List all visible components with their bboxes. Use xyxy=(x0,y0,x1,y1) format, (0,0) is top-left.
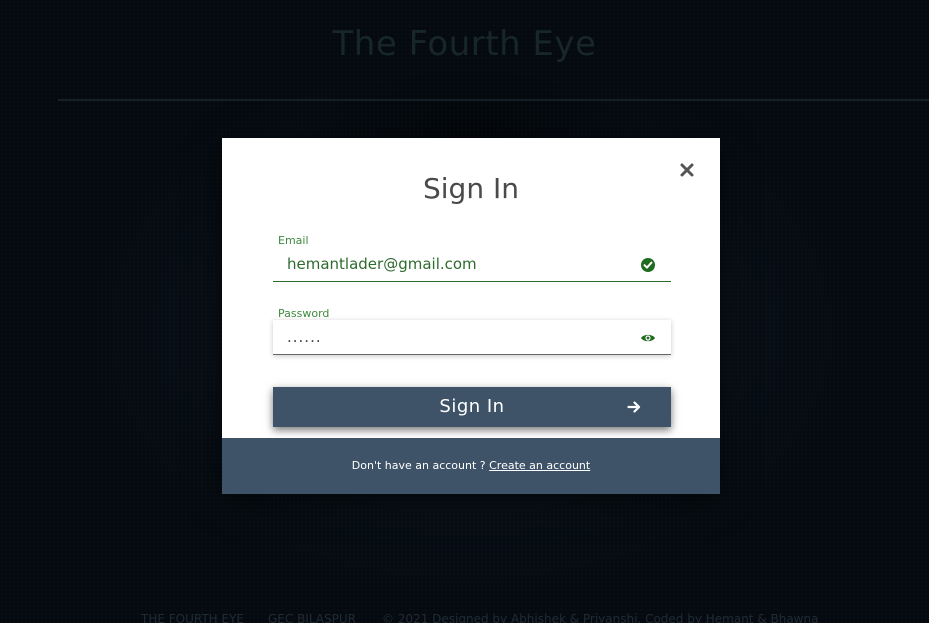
arrow-right-icon xyxy=(627,401,641,413)
modal-title: Sign In xyxy=(423,172,519,205)
check-circle-icon xyxy=(641,258,655,272)
password-field-box[interactable] xyxy=(273,320,671,355)
email-field[interactable] xyxy=(287,247,627,281)
eye-icon[interactable] xyxy=(640,330,656,346)
password-label: Password xyxy=(278,307,330,320)
modal-footer: Don't have an account ? Create an accoun… xyxy=(222,438,720,494)
signup-prompt-text: Don't have an account ? xyxy=(351,459,486,472)
password-field[interactable] xyxy=(287,320,627,354)
sign-in-modal: Sign In Email Password Sign In xyxy=(222,138,720,494)
signup-prompt: Don't have an account ? Create an accoun… xyxy=(222,459,720,472)
create-account-link[interactable]: Create an account xyxy=(489,459,590,472)
sign-in-button[interactable]: Sign In xyxy=(273,387,671,427)
sign-in-button-label: Sign In xyxy=(439,396,505,417)
email-field-box[interactable] xyxy=(273,247,671,282)
email-label: Email xyxy=(278,234,309,247)
